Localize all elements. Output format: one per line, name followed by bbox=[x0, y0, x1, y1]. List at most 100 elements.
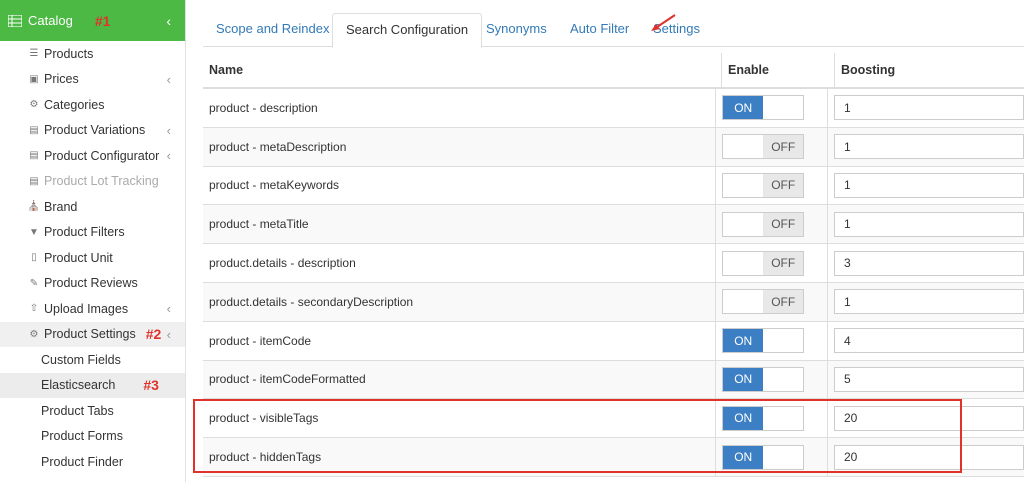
unit-icon: ▯ bbox=[31, 252, 37, 264]
sidebar-subitem-label: Product Forms bbox=[41, 429, 123, 444]
enable-toggle[interactable]: OFF bbox=[722, 289, 805, 315]
boosting-input[interactable] bbox=[834, 95, 1024, 121]
boosting-input[interactable] bbox=[834, 289, 1024, 315]
table-row: product - itemCodeFormatted ON bbox=[203, 360, 1024, 400]
toggle-off-label: OFF bbox=[763, 173, 804, 197]
column-header-name: Name bbox=[203, 53, 722, 87]
enable-cell: OFF bbox=[716, 282, 828, 321]
boosting-input[interactable] bbox=[834, 250, 1024, 276]
field-name: product - metaDescription bbox=[203, 127, 717, 166]
chevron-left-icon[interactable]: ‹ bbox=[167, 327, 171, 342]
table-row: product - metaKeywords OFF bbox=[203, 166, 1024, 206]
sidebar-subitem-product-tabs[interactable]: Product Tabs bbox=[0, 398, 185, 424]
variations-icon: ▤ bbox=[29, 124, 39, 136]
tab-auto-filter[interactable]: Auto Filter bbox=[557, 13, 642, 47]
boosting-cell bbox=[828, 399, 1024, 437]
enable-toggle[interactable]: OFF bbox=[722, 134, 805, 160]
chevron-left-icon[interactable]: ‹ bbox=[167, 301, 171, 316]
sidebar-item-product-unit[interactable]: ▯ Product Unit bbox=[0, 245, 185, 271]
sidebar-item-label: Product Settings bbox=[44, 327, 136, 342]
tab-search-configuration[interactable]: Search Configuration bbox=[332, 13, 483, 48]
sidebar-subitem-custom-fields[interactable]: Custom Fields bbox=[0, 347, 185, 373]
boosting-input[interactable] bbox=[834, 211, 1024, 237]
sidebar-item-brand[interactable]: ⛪ Brand bbox=[0, 194, 185, 220]
sidebar-item-upload-images[interactable]: ⇧ Upload Images ‹ bbox=[0, 296, 185, 322]
boosting-cell bbox=[828, 167, 1024, 205]
sidebar-header-title: Catalog bbox=[28, 13, 73, 28]
enable-cell: ON bbox=[716, 438, 828, 476]
boosting-input[interactable] bbox=[834, 366, 1024, 392]
table-row: product - hiddenTags ON bbox=[203, 438, 1024, 477]
field-name: product - visibleTags bbox=[203, 399, 717, 438]
enable-cell: ON bbox=[716, 399, 828, 438]
enable-toggle[interactable]: OFF bbox=[722, 250, 805, 276]
enable-toggle[interactable]: OFF bbox=[722, 211, 805, 237]
filter-icon: ▼ bbox=[29, 226, 39, 238]
lot-tracking-icon: ▤ bbox=[29, 175, 39, 187]
annotation-marker-3: #3 bbox=[143, 377, 159, 394]
sidebar-item-product-lot-tracking[interactable]: ▤ Product Lot Tracking bbox=[0, 169, 185, 195]
chevron-left-icon[interactable]: ‹ bbox=[167, 72, 171, 87]
enable-toggle[interactable]: ON bbox=[722, 444, 805, 470]
sidebar-item-prices[interactable]: ▣ Prices ‹ bbox=[0, 67, 185, 93]
main-content: Scope and Reindex Search Configuration S… bbox=[187, 0, 1024, 482]
sidebar-item-label: Product Reviews bbox=[44, 276, 138, 291]
boosting-cell bbox=[828, 322, 1024, 360]
enable-toggle[interactable]: OFF bbox=[722, 172, 805, 198]
bank-icon: ⛪ bbox=[27, 201, 41, 213]
sidebar-item-product-filters[interactable]: ▼ Product Filters bbox=[0, 220, 185, 246]
enable-toggle[interactable]: ON bbox=[722, 95, 805, 121]
upload-icon: ⇧ bbox=[29, 303, 39, 315]
tab-bar: Scope and Reindex Search Configuration S… bbox=[203, 0, 1024, 48]
sidebar-item-products[interactable]: ☰ Products bbox=[0, 41, 185, 67]
sidebar-item-categories[interactable]: ⚙ Categories bbox=[0, 92, 185, 118]
sidebar-item-product-settings[interactable]: ⚙ Product Settings #2 ‹ bbox=[0, 321, 185, 347]
sidebar-subitem-elasticsearch[interactable]: Elasticsearch #3 bbox=[0, 372, 185, 398]
boosting-input[interactable] bbox=[834, 405, 1024, 431]
boosting-cell bbox=[828, 128, 1024, 166]
sidebar-item-label: Categories bbox=[44, 97, 105, 112]
chevron-left-icon[interactable]: ‹ bbox=[167, 123, 171, 138]
sidebar-item-label: Product Configurator bbox=[44, 148, 160, 163]
enable-cell: OFF bbox=[716, 205, 828, 244]
toggle-off-label: OFF bbox=[763, 212, 804, 236]
toggle-off-label: OFF bbox=[763, 290, 804, 314]
tab-scope-and-reindex[interactable]: Scope and Reindex bbox=[203, 13, 342, 47]
field-name: product.details - description bbox=[203, 244, 717, 282]
sidebar-subitem-label: Product Finder bbox=[41, 454, 123, 469]
tab-synonyms[interactable]: Synonyms bbox=[473, 13, 560, 47]
boosting-input[interactable] bbox=[834, 134, 1024, 160]
table-row: product - metaDescription OFF bbox=[203, 127, 1024, 167]
column-header-boosting: Boosting bbox=[841, 63, 896, 77]
sidebar-subitem-label: Elasticsearch bbox=[41, 378, 116, 393]
toggle-on-label: ON bbox=[723, 367, 764, 391]
sidebar-item-product-configurator[interactable]: ▤ Product Configurator ‹ bbox=[0, 143, 185, 169]
enable-cell: OFF bbox=[716, 127, 828, 166]
toggle-on-label: ON bbox=[723, 445, 764, 469]
search-config-table: Name Enable Boosting product - descripti… bbox=[203, 53, 1024, 477]
configurator-icon: ▤ bbox=[29, 150, 39, 162]
chevron-left-icon[interactable]: ‹ bbox=[167, 148, 171, 163]
toggle-on-label: ON bbox=[723, 329, 764, 353]
sidebar-item-label: Brand bbox=[44, 199, 78, 214]
field-name: product - metaTitle bbox=[203, 205, 717, 244]
sidebar-subitem-label: Product Tabs bbox=[41, 403, 114, 418]
sidebar-subitem-product-finder[interactable]: Product Finder bbox=[0, 449, 185, 475]
enable-toggle[interactable]: ON bbox=[722, 405, 805, 431]
boosting-cell bbox=[828, 244, 1024, 282]
boosting-input[interactable] bbox=[834, 444, 1024, 470]
field-name: product - description bbox=[203, 89, 717, 127]
sitemap-icon: ⚙ bbox=[29, 99, 39, 111]
enable-toggle[interactable]: ON bbox=[722, 366, 805, 392]
chevron-left-icon[interactable]: ‹ bbox=[166, 13, 171, 29]
grid-icon bbox=[8, 14, 22, 27]
field-name: product - hiddenTags bbox=[203, 438, 717, 476]
boosting-input[interactable] bbox=[834, 328, 1024, 354]
enable-toggle[interactable]: ON bbox=[722, 328, 805, 354]
gear-icon: ⚙ bbox=[29, 328, 39, 340]
sidebar-item-product-variations[interactable]: ▤ Product Variations ‹ bbox=[0, 118, 185, 144]
sidebar-header-catalog[interactable]: Catalog #1 ‹ bbox=[0, 0, 185, 41]
sidebar-item-product-reviews[interactable]: ✎ Product Reviews bbox=[0, 271, 185, 297]
boosting-input[interactable] bbox=[834, 172, 1024, 198]
sidebar-subitem-product-forms[interactable]: Product Forms bbox=[0, 424, 185, 450]
